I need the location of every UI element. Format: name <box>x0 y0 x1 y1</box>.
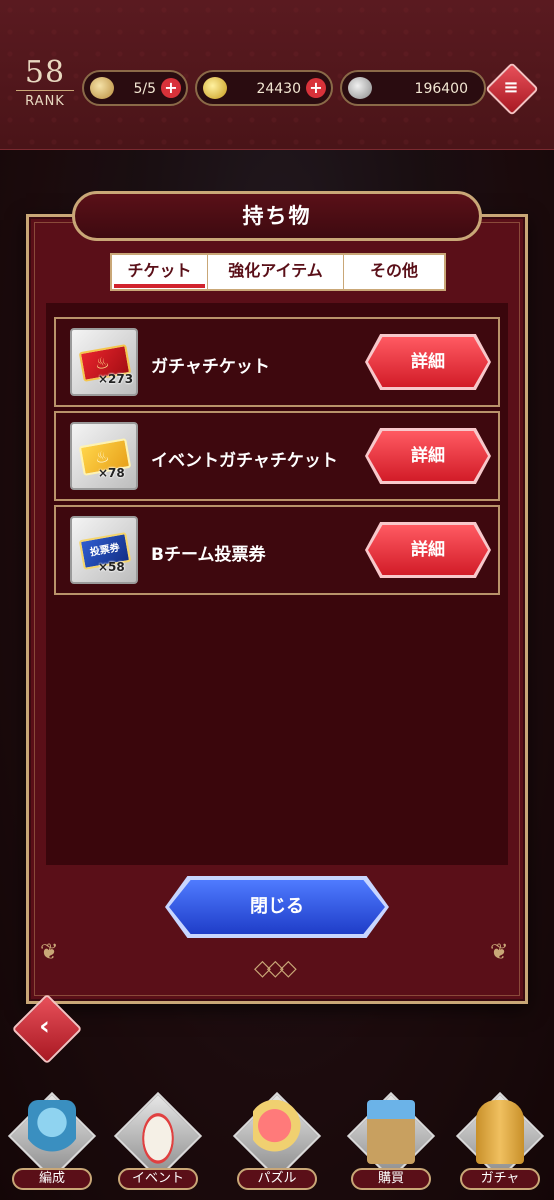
nav-formation[interactable]: 編成 <box>4 1090 100 1198</box>
status-bar: 58 RANK 5/5 + 24430 + 196400 ≡ <box>0 0 554 150</box>
item-name: ガチャチケット <box>151 357 270 377</box>
close-button[interactable]: 閉じる <box>169 880 385 934</box>
rank-display: 58 RANK <box>16 58 74 116</box>
list-item: 投票券 ×58 Bチーム投票券 詳細 <box>54 505 500 595</box>
corner-ornament-icon: ❦ <box>490 940 509 965</box>
coin-counter: 24430 + <box>195 70 333 106</box>
add-stamina-button[interactable]: + <box>161 78 181 98</box>
item-name: Bチーム投票券 <box>151 545 266 565</box>
coin-value: 24430 <box>256 81 301 97</box>
list-item: ♨ ×78 イベントガチャチケット 詳細 <box>54 411 500 501</box>
menu-icon: ≡ <box>503 76 519 98</box>
bottom-navigation: 編成 イベント パズル 購買 ガチャ <box>0 1090 554 1200</box>
dialog-title: 持ち物 <box>72 191 482 241</box>
inventory-tabs: チケット 強化アイテム その他 <box>110 253 446 291</box>
character-icon <box>28 1100 76 1164</box>
shopping-bag-icon <box>367 1100 415 1164</box>
nav-puzzle[interactable]: パズル <box>229 1090 325 1198</box>
tab-tickets[interactable]: チケット <box>112 255 208 289</box>
tab-others[interactable]: その他 <box>344 255 444 289</box>
detail-button[interactable]: 詳細 <box>368 525 488 575</box>
rank-value: 58 <box>24 55 66 90</box>
silver-coin-icon <box>348 77 372 99</box>
vote-ticket-text: 投票券 <box>89 542 121 559</box>
item-count: ×78 <box>98 466 125 480</box>
pancake-icon <box>134 1100 182 1164</box>
item-count: ×273 <box>98 372 134 386</box>
nav-gacha[interactable]: ガチャ <box>452 1090 548 1198</box>
item-count: ×58 <box>98 560 125 574</box>
rank-divider <box>16 90 74 91</box>
detail-button[interactable]: 詳細 <box>368 337 488 387</box>
corner-ornament-icon: ❦ <box>40 940 59 965</box>
silver-counter: 196400 <box>340 70 486 106</box>
detail-button[interactable]: 詳細 <box>368 431 488 481</box>
silver-value: 196400 <box>414 81 468 97</box>
nav-label: イベント <box>118 1168 198 1190</box>
tab-enhance-items[interactable]: 強化アイテム <box>208 255 344 289</box>
nav-label: パズル <box>237 1168 317 1190</box>
knot-ornament-icon: ◇◇◇ <box>254 956 297 981</box>
nav-shop[interactable]: 購買 <box>343 1090 439 1198</box>
nav-label: 購買 <box>351 1168 431 1190</box>
nav-label: ガチャ <box>460 1168 540 1190</box>
puzzle-characters-icon <box>253 1100 301 1164</box>
stamina-counter: 5/5 + <box>82 70 188 106</box>
nav-label: 編成 <box>12 1168 92 1190</box>
stamina-icon <box>90 77 114 99</box>
door-icon <box>476 1100 524 1164</box>
list-item: ♨ ×273 ガチャチケット 詳細 <box>54 317 500 407</box>
nav-event[interactable]: イベント <box>110 1090 206 1198</box>
stamina-value: 5/5 <box>133 81 156 97</box>
item-name: イベントガチャチケット <box>151 451 338 471</box>
chevron-left-icon: ‹ <box>39 1011 50 1042</box>
rank-label: RANK <box>25 94 65 109</box>
add-coins-button[interactable]: + <box>306 78 326 98</box>
coin-icon <box>203 77 227 99</box>
item-list[interactable]: ♨ ×273 ガチャチケット 詳細 ♨ ×78 イベントガチャチケット 詳細 投… <box>46 303 508 865</box>
